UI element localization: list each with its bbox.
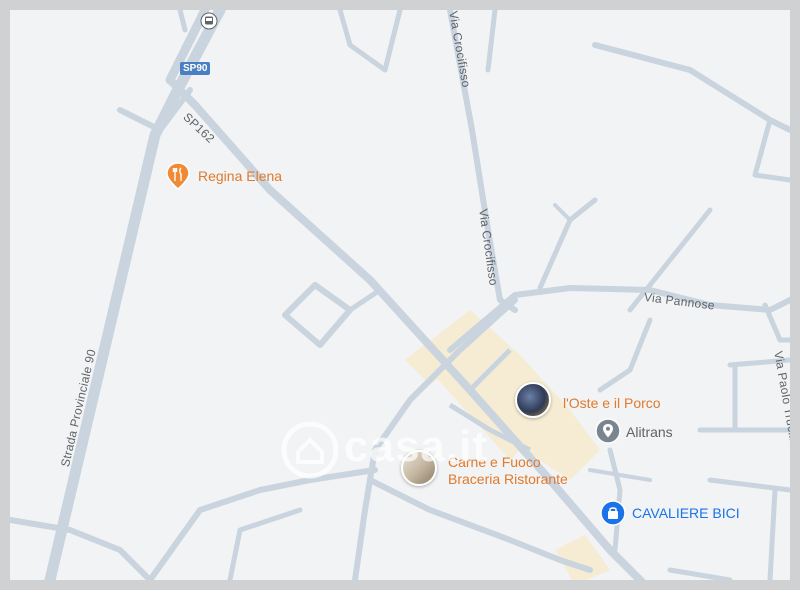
restaurant-pin-icon[interactable] xyxy=(166,162,190,195)
poi-label-regina-elena[interactable]: Regina Elena xyxy=(198,168,282,185)
sp90-route-badge: SP90 xyxy=(180,62,211,75)
map-canvas[interactable]: SP90 SP162 Strada Provinciale 90 Via Cro… xyxy=(10,10,790,580)
poi-label-alitrans[interactable]: Alitrans xyxy=(626,424,673,441)
bus-stop-icon[interactable] xyxy=(200,12,218,35)
map-frame: SP90 SP162 Strada Provinciale 90 Via Cro… xyxy=(0,0,800,590)
location-pin-icon[interactable] xyxy=(595,418,621,449)
watermark-text: casa.it xyxy=(344,422,488,471)
poi-label-cavaliere-bici[interactable]: CAVALIERE BICI xyxy=(632,505,740,522)
casa-it-watermark: casa.it xyxy=(280,410,540,490)
house-logo-icon xyxy=(281,421,339,479)
shopping-bag-pin-icon[interactable] xyxy=(600,500,626,531)
poi-label-oste-porco[interactable]: l'Oste e il Porco xyxy=(563,395,661,412)
